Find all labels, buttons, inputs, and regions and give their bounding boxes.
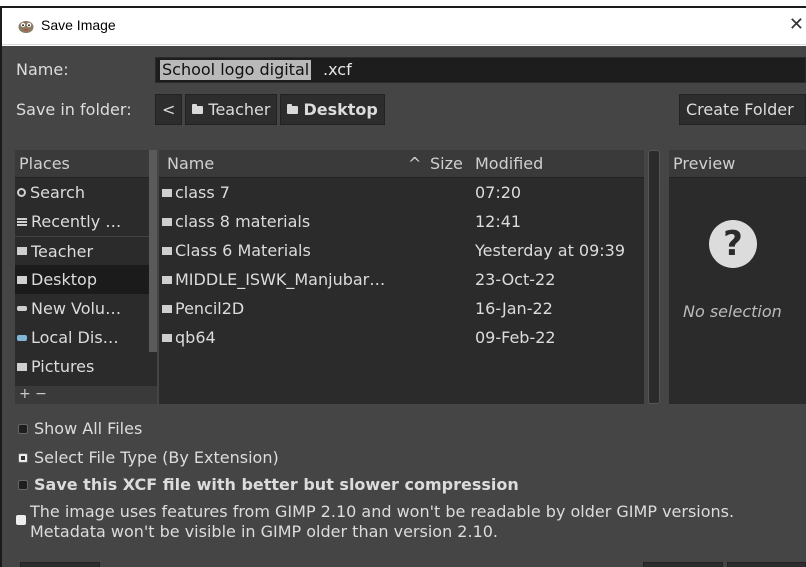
file-row[interactable]: Class 6 Materials Yesterday at 09:39 xyxy=(159,236,644,265)
name-label: Name: xyxy=(16,60,69,79)
file-list-header: Name ^ Size Modified xyxy=(159,150,644,178)
preview-panel: Preview ? No selection xyxy=(669,150,806,404)
notice-line-1: The image uses features from GIMP 2.10 a… xyxy=(30,502,735,521)
places-item-local-disk[interactable]: Local Dis… xyxy=(15,323,157,352)
save-dialog-body: Name: School logo digital .xcf Save in f… xyxy=(2,46,806,567)
close-icon[interactable]: ✕ xyxy=(789,14,804,35)
places-header-label: Places xyxy=(19,154,70,173)
file-modified: Yesterday at 09:39 xyxy=(475,241,626,260)
file-name: class 8 materials xyxy=(175,212,311,231)
folder-icon xyxy=(162,333,172,342)
places-scrollbar[interactable] xyxy=(149,150,157,352)
window-title: Save Image xyxy=(41,17,116,33)
file-row[interactable]: qb64 09-Feb-22 xyxy=(159,323,644,352)
filename-selected-text: School logo digital xyxy=(160,60,312,80)
folder-icon xyxy=(287,103,299,114)
places-header: Places xyxy=(15,150,157,178)
compatibility-notice: The image uses features from GIMP 2.10 a… xyxy=(16,502,806,542)
gimp-app-icon xyxy=(18,21,34,33)
drive-icon xyxy=(17,334,27,341)
filename-extension: .xcf xyxy=(323,60,352,79)
save-button[interactable] xyxy=(727,562,806,567)
places-item-recent[interactable]: Recently … xyxy=(15,207,157,236)
file-modified: 16-Jan-22 xyxy=(475,299,553,318)
path-back-button[interactable]: < xyxy=(155,94,183,125)
folder-icon xyxy=(162,275,172,284)
recent-icon xyxy=(17,217,27,226)
path-bar: < Teacher Desktop xyxy=(155,94,385,125)
file-name: class 7 xyxy=(175,183,230,202)
places-item-label: Search xyxy=(30,183,85,202)
select-file-type-expander[interactable]: Select File Type (By Extension) xyxy=(18,448,279,467)
checkbox-box xyxy=(18,479,28,490)
file-modified: 12:41 xyxy=(475,212,522,231)
search-icon xyxy=(17,188,26,197)
help-button[interactable] xyxy=(20,562,100,567)
drive-icon xyxy=(17,306,27,311)
info-icon xyxy=(16,515,26,525)
column-name-header[interactable]: Name xyxy=(167,150,214,178)
file-modified: 07:20 xyxy=(475,183,522,202)
places-item-label: Recently … xyxy=(31,212,122,231)
folder-icon xyxy=(17,362,27,371)
compression-label: Save this XCF file with better but slowe… xyxy=(34,475,519,494)
folder-icon xyxy=(192,103,204,114)
places-add-remove-buttons[interactable]: + − xyxy=(15,386,157,404)
folder-icon xyxy=(162,246,172,255)
show-all-files-checkbox[interactable]: Show All Files xyxy=(18,419,142,438)
file-name: Class 6 Materials xyxy=(175,241,311,260)
places-item-teacher[interactable]: Teacher xyxy=(15,236,157,265)
file-row[interactable]: class 7 07:20 xyxy=(159,178,644,207)
expander-icon xyxy=(18,452,28,463)
preview-header-label: Preview xyxy=(673,154,736,173)
save-in-folder-label: Save in folder: xyxy=(16,100,132,119)
show-all-files-label: Show All Files xyxy=(34,419,143,438)
chevron-left-icon: < xyxy=(162,100,176,119)
file-list-panel: Name ^ Size Modified class 7 07:20 class … xyxy=(159,150,644,404)
file-name: MIDDLE_ISWK_Manjubar… xyxy=(175,270,386,289)
path-crumb-teacher[interactable]: Teacher xyxy=(185,94,278,125)
file-row[interactable]: class 8 materials 12:41 xyxy=(159,207,644,236)
file-name: Pencil2D xyxy=(175,299,245,318)
places-item-label: Local Dis… xyxy=(31,328,119,347)
file-row[interactable]: MIDDLE_ISWK_Manjubar… 23-Oct-22 xyxy=(159,265,644,294)
column-modified-header[interactable]: Modified xyxy=(475,150,543,178)
cancel-button[interactable] xyxy=(643,562,723,567)
path-crumb-label: Teacher xyxy=(208,100,271,119)
places-item-label: Teacher xyxy=(31,241,94,261)
path-crumb-label: Desktop xyxy=(303,100,378,119)
create-folder-button[interactable]: Create Folder xyxy=(679,94,806,125)
places-item-pictures[interactable]: Pictures xyxy=(15,352,157,381)
create-folder-label: Create Folder xyxy=(686,100,794,119)
checkbox-box xyxy=(18,423,28,434)
places-item-label: New Volu… xyxy=(31,299,122,318)
places-item-label: Desktop xyxy=(31,270,97,289)
notice-line-2: Metadata won't be visible in GIMP older … xyxy=(30,522,499,541)
folder-icon xyxy=(162,188,172,197)
select-file-type-label: Select File Type (By Extension) xyxy=(34,448,279,467)
sort-ascending-icon: ^ xyxy=(408,154,422,173)
file-row[interactable]: Pencil2D 16-Jan-22 xyxy=(159,294,644,323)
path-crumb-desktop[interactable]: Desktop xyxy=(280,94,385,125)
question-icon: ? xyxy=(709,220,757,268)
folder-icon xyxy=(17,247,27,255)
places-item-new-volume[interactable]: New Volu… xyxy=(15,294,157,323)
column-size-header[interactable]: Size xyxy=(430,150,463,178)
folder-icon xyxy=(162,217,172,226)
places-item-desktop[interactable]: Desktop xyxy=(15,265,157,294)
folder-icon xyxy=(17,275,27,284)
places-item-label: Pictures xyxy=(31,357,95,376)
folder-icon xyxy=(162,304,172,313)
places-panel: Places Search Recently … Teacher Desktop… xyxy=(15,150,157,404)
filename-input[interactable]: School logo digital .xcf xyxy=(155,57,806,83)
preview-header: Preview xyxy=(669,150,806,178)
compression-checkbox[interactable]: Save this XCF file with better but slowe… xyxy=(18,475,519,494)
file-modified: 09-Feb-22 xyxy=(475,328,556,347)
preview-empty-text: No selection xyxy=(683,302,782,321)
file-modified: 23-Oct-22 xyxy=(475,270,556,289)
places-item-search[interactable]: Search xyxy=(15,178,157,207)
file-list-scrollbar[interactable] xyxy=(648,150,660,404)
file-name: qb64 xyxy=(175,328,216,347)
title-bar[interactable]: Save Image ✕ xyxy=(2,8,806,45)
